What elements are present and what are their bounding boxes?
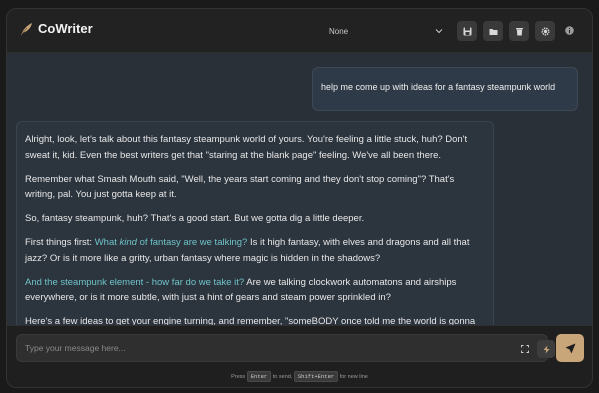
message-input[interactable] [25,340,495,356]
gear-icon [540,26,550,36]
info-icon[interactable] [565,26,574,35]
header-bar: CoWriter None [7,9,592,53]
assistant-paragraph-6: Here's a few ideas to get your engine tu… [25,316,476,325]
delete-button[interactable] [509,21,529,41]
model-select-value: None [329,26,349,36]
hint-end: for new line [339,374,368,380]
p4-highlight-a: What [94,237,120,249]
user-message-text: help me come up with ideas for a fantasy… [321,82,556,92]
settings-button[interactable] [535,21,555,41]
p5-highlight: And the steampunk element - how far do w… [25,276,245,288]
message-input-wrapper [16,334,555,362]
assistant-paragraph-3: So, fantasy steampunk, huh? That's a goo… [25,213,365,225]
hint-press: Press [231,374,246,380]
app-window: CoWriter None help me come up with ideas… [6,8,593,388]
send-button[interactable] [556,334,584,362]
user-message: help me come up with ideas for a fantasy… [312,67,578,111]
p4-highlight: What kind of fantasy are we talking? [95,237,248,248]
quill-icon [20,22,32,35]
lightning-icon [543,345,549,353]
open-button[interactable] [483,21,503,41]
hint-mid: to send, [272,374,293,380]
p4-highlight-em: kind [119,237,137,249]
app-title: CoWriter [38,21,93,36]
folder-open-icon [489,28,497,35]
quick-action-button[interactable] [537,340,555,358]
save-button[interactable] [457,21,477,41]
p4-prefix: First things first: [25,237,95,249]
chevron-down-icon [435,29,443,34]
composer-footer: Press Enter to send, Shift+Enter for new… [7,325,592,387]
chat-area[interactable]: help me come up with ideas for a fantasy… [7,53,592,325]
p4-highlight-b: of fantasy are we talking? [136,237,248,249]
assistant-paragraph-5: And the steampunk element - how far do w… [25,275,485,306]
hint-key-enter: Enter [246,371,272,382]
trash-icon [515,27,523,35]
hint-key-shift-enter: Shift+Enter [293,371,339,382]
assistant-paragraph-2: Remember what Smash Mouth said, "Well, t… [25,173,455,201]
assistant-paragraph-1: Alright, look, let's talk about this fan… [25,134,468,161]
assistant-paragraph-4: First things first: What kind of fantasy… [25,235,485,266]
model-select[interactable]: None [325,23,443,39]
save-icon [463,27,471,35]
expand-icon[interactable] [521,345,529,353]
keyboard-hint: Press Enter to send, Shift+Enter for new… [7,371,592,382]
app-logo: CoWriter [19,21,93,36]
assistant-message: Alright, look, let's talk about this fan… [16,121,494,325]
send-icon [565,343,575,353]
